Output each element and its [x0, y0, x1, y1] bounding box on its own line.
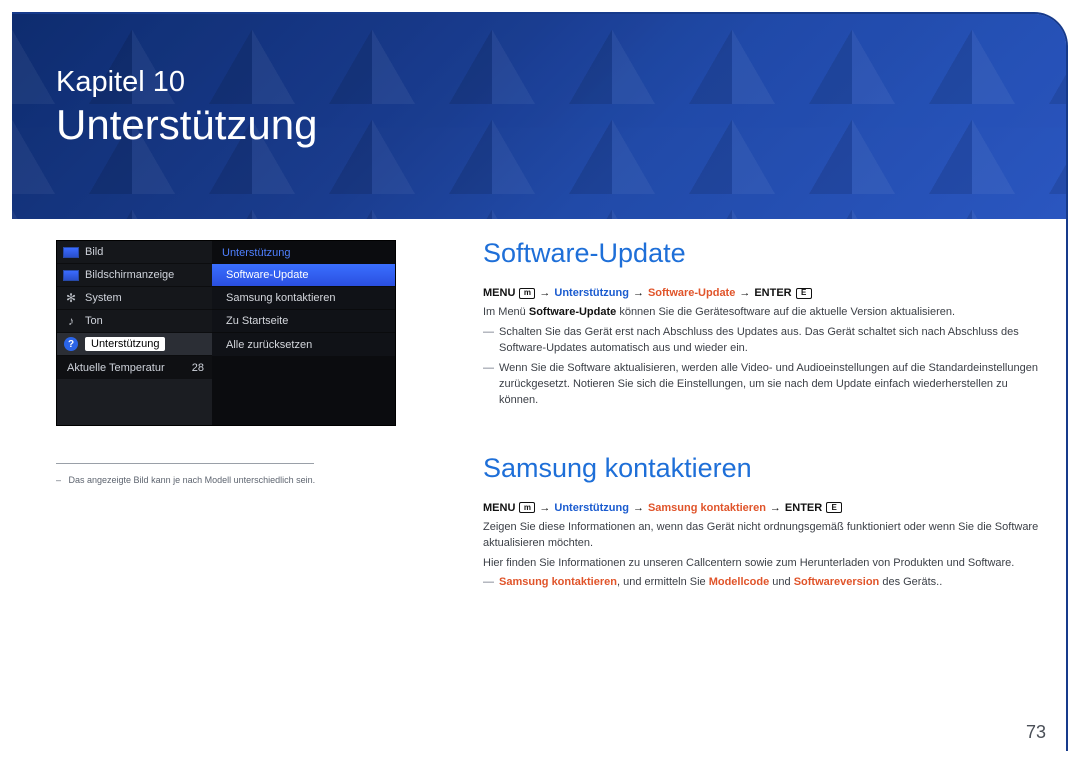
osd-left-item-ton[interactable]: ♪ Ton — [57, 310, 212, 333]
osd-left-label: Unterstützung — [85, 337, 165, 351]
paragraph: Im Menü Software-Update können Sie die G… — [483, 305, 1043, 321]
arrow-icon: → — [770, 502, 781, 514]
text-highlight: Modellcode — [709, 576, 770, 588]
text-bold: Software-Update — [529, 306, 616, 318]
note-dash-icon: ― — [483, 575, 494, 591]
content-column: Software-Update MENU m → Unterstützung →… — [483, 238, 1043, 595]
osd-temperature-value: 28 — [192, 362, 204, 374]
page-number: 73 — [1026, 722, 1046, 743]
speaker-icon: ♪ — [63, 315, 79, 327]
enter-button-icon: E — [826, 502, 842, 513]
text: , und ermitteln Sie — [617, 576, 709, 588]
arrow-icon: → — [539, 287, 550, 299]
nav-path-samsung-kontaktieren: MENU m → Unterstützung → Samsung kontakt… — [483, 502, 1043, 514]
note: ― Schalten Sie das Gerät erst nach Absch… — [483, 325, 1043, 357]
osd-sub-startseite[interactable]: Zu Startseite — [212, 310, 395, 333]
text: des Geräts.. — [879, 576, 942, 588]
osd-sub-zuruecksetzen[interactable]: Alle zurücksetzen — [212, 333, 395, 356]
osd-sub-software-update[interactable]: Software-Update — [212, 264, 395, 287]
help-icon: ? — [63, 338, 79, 350]
osd-left-item-unterstuetzung[interactable]: ? Unterstützung — [57, 333, 212, 356]
nav-segment: Unterstützung — [554, 287, 629, 299]
osd-sub-samsung-kontaktieren[interactable]: Samsung kontaktieren — [212, 287, 395, 310]
osd-right-panel: Unterstützung Software-Update Samsung ko… — [212, 241, 395, 425]
caption-dash: – — [56, 475, 66, 485]
chapter-heading: Kapitel 10 Unterstützung — [56, 66, 317, 149]
screenshot-caption: – Das angezeigte Bild kann je nach Model… — [56, 475, 315, 485]
osd-blank-area — [212, 356, 395, 425]
arrow-icon: → — [739, 287, 750, 299]
gear-icon: ✻ — [63, 292, 79, 304]
paragraph: Hier finden Sie Informationen zu unseren… — [483, 556, 1043, 572]
paragraph: Zeigen Sie diese Informationen an, wenn … — [483, 520, 1043, 552]
enter-button-icon: E — [796, 288, 812, 299]
caption-rule — [56, 463, 314, 464]
nav-path-software-update: MENU m → Unterstützung → Software-Update… — [483, 287, 1043, 299]
arrow-icon: → — [633, 502, 644, 514]
note: ― Samsung kontaktieren, und ermitteln Si… — [483, 575, 1043, 591]
heading-software-update: Software-Update — [483, 238, 1043, 269]
chapter-kicker: Kapitel 10 — [56, 66, 317, 99]
nav-enter-label: ENTER — [785, 502, 822, 514]
nav-segment-active: Samsung kontaktieren — [648, 502, 766, 514]
nav-enter-label: ENTER — [754, 287, 791, 299]
note: ― Wenn Sie die Software aktualisieren, w… — [483, 361, 1043, 409]
picture-icon — [63, 246, 79, 258]
osd-left-label: Ton — [85, 315, 103, 327]
menu-button-icon: m — [519, 288, 535, 299]
text-highlight: Samsung kontaktieren — [499, 576, 617, 588]
display-icon — [63, 269, 79, 281]
osd-left-label: System — [85, 292, 122, 304]
chapter-title: Unterstützung — [56, 101, 317, 149]
nav-menu-label: MENU — [483, 287, 515, 299]
arrow-icon: → — [539, 502, 550, 514]
heading-samsung-kontaktieren: Samsung kontaktieren — [483, 453, 1043, 484]
nav-menu-label: MENU — [483, 502, 515, 514]
note-dash-icon: ― — [483, 325, 494, 341]
osd-left-item-bild[interactable]: Bild — [57, 241, 212, 264]
nav-segment: Unterstützung — [554, 502, 629, 514]
nav-segment-active: Software-Update — [648, 287, 735, 299]
osd-temperature-row: Aktuelle Temperatur 28 — [57, 356, 212, 379]
text: und — [769, 576, 793, 588]
note-text: Wenn Sie die Software aktualisieren, wer… — [499, 362, 1038, 406]
osd-temperature-label: Aktuelle Temperatur — [67, 362, 165, 374]
arrow-icon: → — [633, 287, 644, 299]
text: Im Menü — [483, 306, 529, 318]
caption-text: Das angezeigte Bild kann je nach Modell … — [69, 475, 316, 485]
osd-left-label: Bild — [85, 246, 103, 258]
note-dash-icon: ― — [483, 361, 494, 377]
text-highlight: Softwareversion — [794, 576, 880, 588]
note-text: Schalten Sie das Gerät erst nach Abschlu… — [499, 326, 1019, 354]
osd-left-item-bildschirmanzeige[interactable]: Bildschirmanzeige — [57, 264, 212, 287]
osd-menu: Bild Bildschirmanzeige ✻ System ♪ Ton ? … — [56, 240, 396, 426]
osd-left-label: Bildschirmanzeige — [85, 269, 174, 281]
osd-left-item-system[interactable]: ✻ System — [57, 287, 212, 310]
osd-left-panel: Bild Bildschirmanzeige ✻ System ♪ Ton ? … — [57, 241, 212, 425]
text: können Sie die Gerätesoftware auf die ak… — [616, 306, 955, 318]
osd-right-header: Unterstützung — [212, 241, 395, 264]
menu-button-icon: m — [519, 502, 535, 513]
